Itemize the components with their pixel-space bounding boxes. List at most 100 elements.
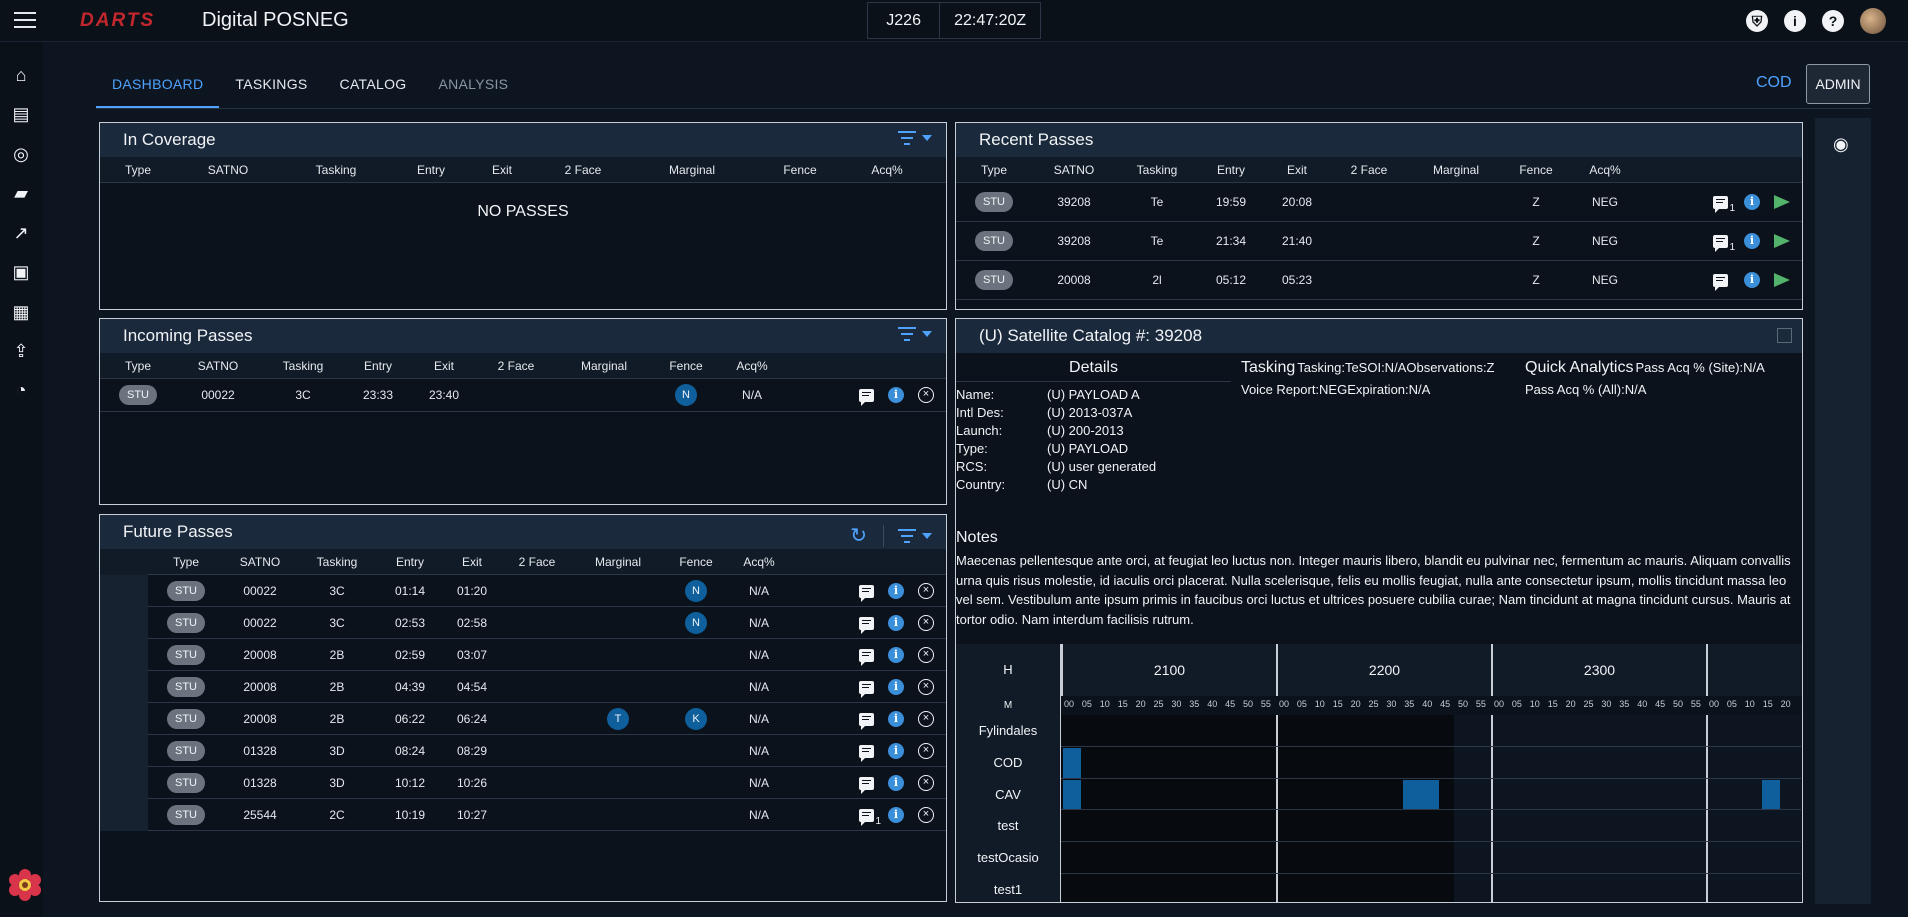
send-button[interactable] (1773, 271, 1791, 289)
tab-analysis[interactable]: ANALYSIS (422, 68, 524, 108)
column-header[interactable]: 2 Face (497, 555, 577, 569)
info-button[interactable]: i (1743, 232, 1761, 250)
comment-button[interactable] (857, 386, 875, 406)
row-expander[interactable] (100, 735, 148, 767)
table-row[interactable]: STU 20008 2B 02:59 03:07 N/A i × (100, 639, 946, 671)
column-header[interactable]: Exit (1257, 163, 1337, 177)
document-icon[interactable]: ▤ (10, 103, 32, 125)
comment-button[interactable] (857, 742, 875, 762)
info-button[interactable]: i (887, 614, 905, 632)
tab-dashboard[interactable]: DASHBOARD (96, 68, 220, 108)
dismiss-button[interactable]: × (917, 774, 935, 792)
dismiss-button[interactable]: × (917, 582, 935, 600)
filter-icon[interactable] (898, 528, 916, 543)
shield-settings-icon[interactable]: ⛨ (1746, 10, 1768, 32)
dismiss-button[interactable]: × (917, 614, 935, 632)
comment-button[interactable] (857, 582, 875, 602)
column-header[interactable]: Acq% (719, 555, 799, 569)
info-button[interactable]: i (887, 806, 905, 824)
column-header[interactable]: Acq% (712, 359, 792, 373)
pass-block[interactable] (1761, 779, 1780, 810)
comment-button[interactable]: 1 (1711, 232, 1735, 253)
info-button[interactable]: i (887, 582, 905, 600)
gauge-icon[interactable]: ◔ (10, 379, 32, 401)
help-icon[interactable]: ? (1822, 10, 1844, 32)
table-row[interactable]: STU 20008 2B 06:22 06:24 T K N/A i × (100, 703, 946, 735)
column-header[interactable]: Type (956, 163, 1034, 177)
info-button[interactable]: i (1743, 193, 1761, 211)
dismiss-button[interactable]: × (917, 710, 935, 728)
column-header[interactable]: Marginal (652, 163, 732, 177)
table-row[interactable]: STU 01328 3D 08:24 08:29 N/A i × (100, 735, 946, 767)
filter-button[interactable] (898, 131, 932, 145)
info-button[interactable]: i (887, 386, 905, 404)
comment-button[interactable] (857, 710, 875, 730)
column-header[interactable]: Tasking (297, 555, 377, 569)
chevron-down-icon[interactable] (922, 532, 932, 539)
comment-button[interactable] (857, 646, 875, 666)
table-row[interactable]: STU 00022 3C 23:33 23:40 N N/A i × (100, 379, 946, 412)
column-header[interactable]: Exit (462, 163, 542, 177)
send-button[interactable] (1773, 232, 1791, 250)
dismiss-button[interactable]: × (917, 678, 935, 696)
column-header[interactable]: Entry (391, 163, 471, 177)
column-header[interactable]: Acq% (1565, 163, 1645, 177)
column-header[interactable]: SATNO (178, 359, 258, 373)
book-icon[interactable]: ▦ (10, 301, 32, 323)
column-header[interactable]: 2 Face (476, 359, 556, 373)
info-button[interactable]: i (887, 774, 905, 792)
row-expander[interactable] (100, 703, 148, 735)
dismiss-button[interactable]: × (917, 742, 935, 760)
column-header[interactable]: Marginal (564, 359, 644, 373)
column-header[interactable]: Fence (1496, 163, 1576, 177)
dismiss-button[interactable]: × (917, 386, 935, 404)
table-row[interactable]: STU 20008 2B 04:39 04:54 N/A i × (100, 671, 946, 703)
row-expander[interactable] (100, 767, 148, 799)
info-button[interactable]: i (887, 710, 905, 728)
pass-block[interactable] (1063, 779, 1081, 810)
pass-block[interactable] (1063, 747, 1081, 778)
column-header[interactable]: 2 Face (543, 163, 623, 177)
column-header[interactable]: SATNO (1034, 163, 1114, 177)
chat-icon[interactable]: ▰ (10, 182, 32, 204)
target-icon[interactable]: ◎ (10, 143, 32, 165)
refresh-icon[interactable]: ↻ (850, 523, 867, 548)
table-row[interactable]: STU 39208 Te 21:34 21:40 Z NEG 1 i (956, 222, 1802, 261)
tab-catalog[interactable]: CATALOG (324, 68, 423, 108)
send-button[interactable] (1773, 193, 1791, 211)
info-button[interactable]: i (887, 678, 905, 696)
filter-button[interactable] (898, 327, 932, 341)
comment-button[interactable] (857, 678, 875, 698)
avatar[interactable] (1860, 8, 1886, 34)
column-header[interactable]: Type (100, 359, 178, 373)
comment-button[interactable]: 1 (1711, 193, 1735, 214)
column-header[interactable]: 2 Face (1329, 163, 1409, 177)
column-header[interactable]: Type (146, 555, 226, 569)
column-header[interactable]: Tasking (263, 359, 343, 373)
comment-button[interactable] (1711, 271, 1729, 291)
table-row[interactable]: STU 20008 2l 05:12 05:23 Z NEG i (956, 261, 1802, 300)
column-header[interactable]: Type (100, 163, 178, 177)
dismiss-button[interactable]: × (917, 806, 935, 824)
open-external-icon[interactable] (1777, 328, 1792, 343)
row-expander[interactable] (100, 671, 148, 703)
home-icon[interactable]: ⌂ (10, 64, 32, 86)
pass-block[interactable] (1403, 779, 1440, 810)
table-row[interactable]: STU 01328 3D 10:12 10:26 N/A i × (100, 767, 946, 799)
menu-icon[interactable] (14, 12, 36, 30)
dismiss-button[interactable]: × (917, 646, 935, 664)
row-expander[interactable] (100, 607, 148, 639)
column-header[interactable]: Marginal (578, 555, 658, 569)
upload-icon[interactable]: ⇪ (10, 340, 32, 362)
table-row[interactable]: STU 00022 3C 01:14 01:20 N N/A i × (100, 575, 946, 607)
comment-button[interactable] (857, 614, 875, 634)
column-header[interactable]: Tasking (296, 163, 376, 177)
column-header[interactable]: Acq% (847, 163, 927, 177)
comment-button[interactable]: 1 (857, 806, 881, 827)
column-header[interactable]: Marginal (1416, 163, 1496, 177)
table-row[interactable]: STU 39208 Te 19:59 20:08 Z NEG 1 i (956, 183, 1802, 222)
site-link[interactable]: COD (1756, 74, 1792, 92)
info-button[interactable]: i (1743, 271, 1761, 289)
column-header[interactable]: SATNO (220, 555, 300, 569)
comment-button[interactable] (857, 774, 875, 794)
